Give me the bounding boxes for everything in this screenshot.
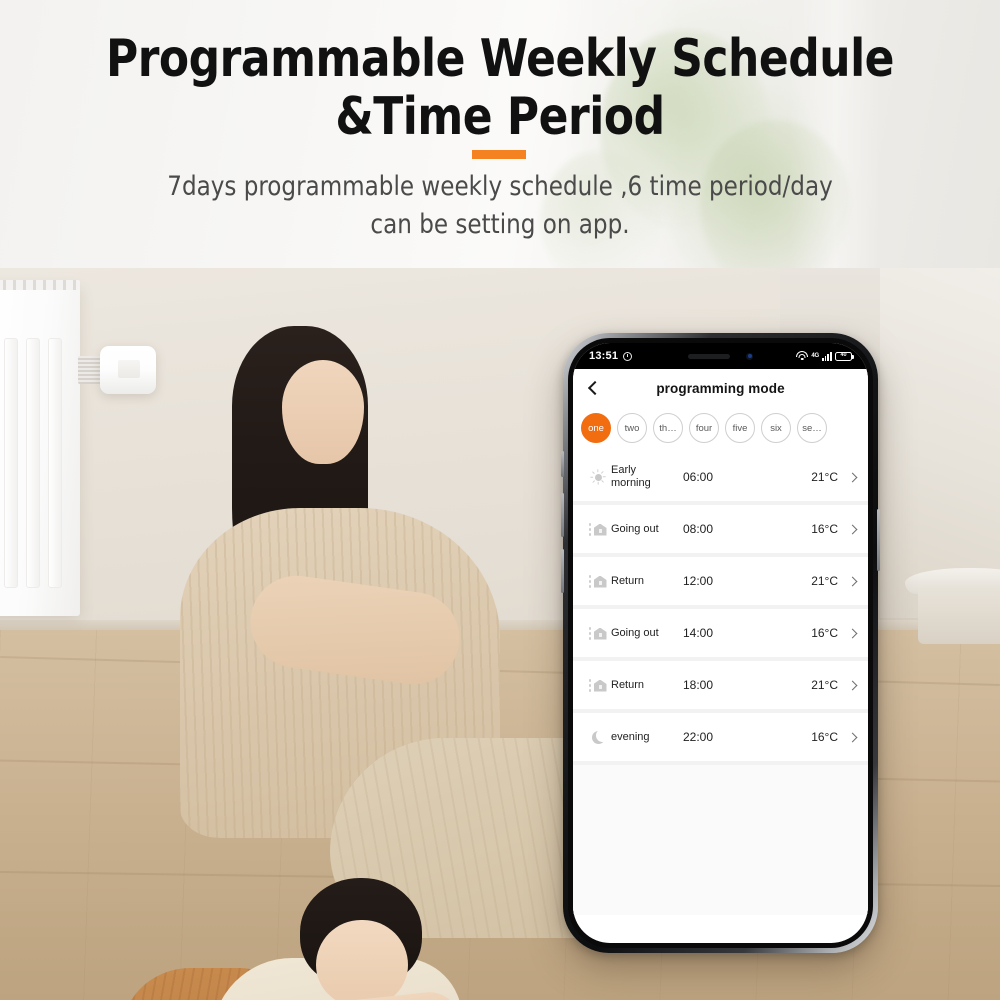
schedule-time: 18:00	[683, 678, 714, 692]
schedule-label: evening	[611, 730, 650, 743]
schedule-temp: 21°C	[811, 574, 838, 588]
network-type-label: 4G	[811, 353, 819, 359]
phone-screen: 13:51 4G 40 programming mode one two th……	[573, 343, 868, 943]
schedule-label: Going out	[611, 522, 659, 535]
phone-mockup: 13:51 4G 40 programming mode one two th……	[561, 333, 880, 953]
day-pill-seven[interactable]: se…	[797, 413, 827, 443]
schedule-row[interactable]: Early morning 06:00 21°C	[573, 453, 868, 501]
radiator-top-grille	[0, 280, 80, 290]
moon-icon	[585, 728, 611, 745]
schedule-row[interactable]: evening 22:00 16°C	[573, 713, 868, 761]
signal-bars-icon	[821, 351, 832, 361]
chevron-right-icon	[847, 732, 858, 742]
back-chevron-icon[interactable]	[587, 380, 603, 396]
day-pill-three[interactable]: th…	[653, 413, 683, 443]
phone-bezel: 13:51 4G 40 programming mode one two th……	[568, 338, 873, 948]
title-accent-bar	[472, 150, 526, 159]
schedule-time: 06:00	[683, 470, 714, 484]
battery-icon: 40	[835, 351, 854, 361]
status-time: 13:51	[589, 350, 619, 362]
schedule-temp: 21°C	[811, 678, 838, 692]
sun-icon	[585, 469, 611, 485]
schedule-temp: 16°C	[811, 522, 838, 536]
wifi-icon	[796, 351, 809, 361]
house-icon	[585, 574, 611, 589]
day-selector: one two th… four five six se…	[573, 407, 868, 453]
phone-button-power[interactable]	[877, 509, 880, 571]
clock-icon	[623, 351, 633, 361]
schedule-time: 08:00	[683, 522, 714, 536]
promo-banner: Programmable Weekly Schedule &Time Perio…	[0, 0, 1000, 270]
schedule-temp: 16°C	[811, 730, 838, 744]
app-header: programming mode	[573, 369, 868, 407]
phone-button-volume-up[interactable]	[561, 493, 564, 537]
radiator-fin	[26, 338, 40, 588]
schedule-label: Return	[611, 678, 645, 691]
schedule-row[interactable]: Return 18:00 21°C	[573, 661, 868, 709]
radiator-fin	[48, 338, 62, 588]
valve-neck	[78, 356, 102, 384]
schedule-time: 22:00	[683, 730, 714, 744]
woman-face	[282, 360, 364, 464]
status-bar: 13:51 4G 40	[573, 343, 868, 369]
radiator-fin	[4, 338, 18, 588]
child-face	[316, 920, 408, 1000]
schedule-temp: 16°C	[811, 626, 838, 640]
wall-alcove	[880, 268, 1000, 618]
house-icon	[585, 678, 611, 693]
schedule-time: 12:00	[683, 574, 714, 588]
schedule-label: Return	[611, 574, 645, 587]
schedule-row[interactable]: Going out 08:00 16°C	[573, 505, 868, 553]
day-pill-one[interactable]: one	[581, 413, 611, 443]
house-icon	[585, 522, 611, 537]
schedule-row[interactable]: Return 12:00 21°C	[573, 557, 868, 605]
schedule-label: Going out	[611, 626, 659, 639]
schedule-row[interactable]: Going out 14:00 16°C	[573, 609, 868, 657]
chevron-right-icon	[847, 628, 858, 638]
status-icons: 4G 40	[796, 351, 854, 361]
battery-level-label: 40	[840, 352, 847, 359]
chevron-right-icon	[847, 680, 858, 690]
earpiece-speaker	[688, 353, 730, 359]
chevron-right-icon	[847, 524, 858, 534]
day-pill-five[interactable]: five	[725, 413, 755, 443]
chevron-right-icon	[847, 576, 858, 586]
day-pill-six[interactable]: six	[761, 413, 791, 443]
day-pill-two[interactable]: two	[617, 413, 647, 443]
front-camera	[746, 352, 753, 360]
phone-button-volume-down[interactable]	[561, 549, 564, 593]
app-title: programming mode	[656, 380, 785, 396]
schedule-list: Early morning 06:00 21°C Going out 08:00…	[573, 453, 868, 915]
side-table-base	[918, 586, 1000, 644]
chevron-right-icon	[847, 472, 858, 482]
valve-display	[118, 360, 140, 378]
schedule-time: 14:00	[683, 626, 714, 640]
page-title: Programmable Weekly Schedule &Time Perio…	[105, 29, 895, 147]
phone-notch	[655, 343, 786, 369]
page-subtitle: 7days programmable weekly schedule ,6 ti…	[167, 171, 833, 240]
house-icon	[585, 626, 611, 641]
phone-button-mute[interactable]	[561, 451, 564, 477]
list-empty-area	[573, 765, 868, 915]
day-pill-four[interactable]: four	[689, 413, 719, 443]
schedule-temp: 21°C	[811, 470, 838, 484]
schedule-label: Early morning	[611, 464, 651, 489]
